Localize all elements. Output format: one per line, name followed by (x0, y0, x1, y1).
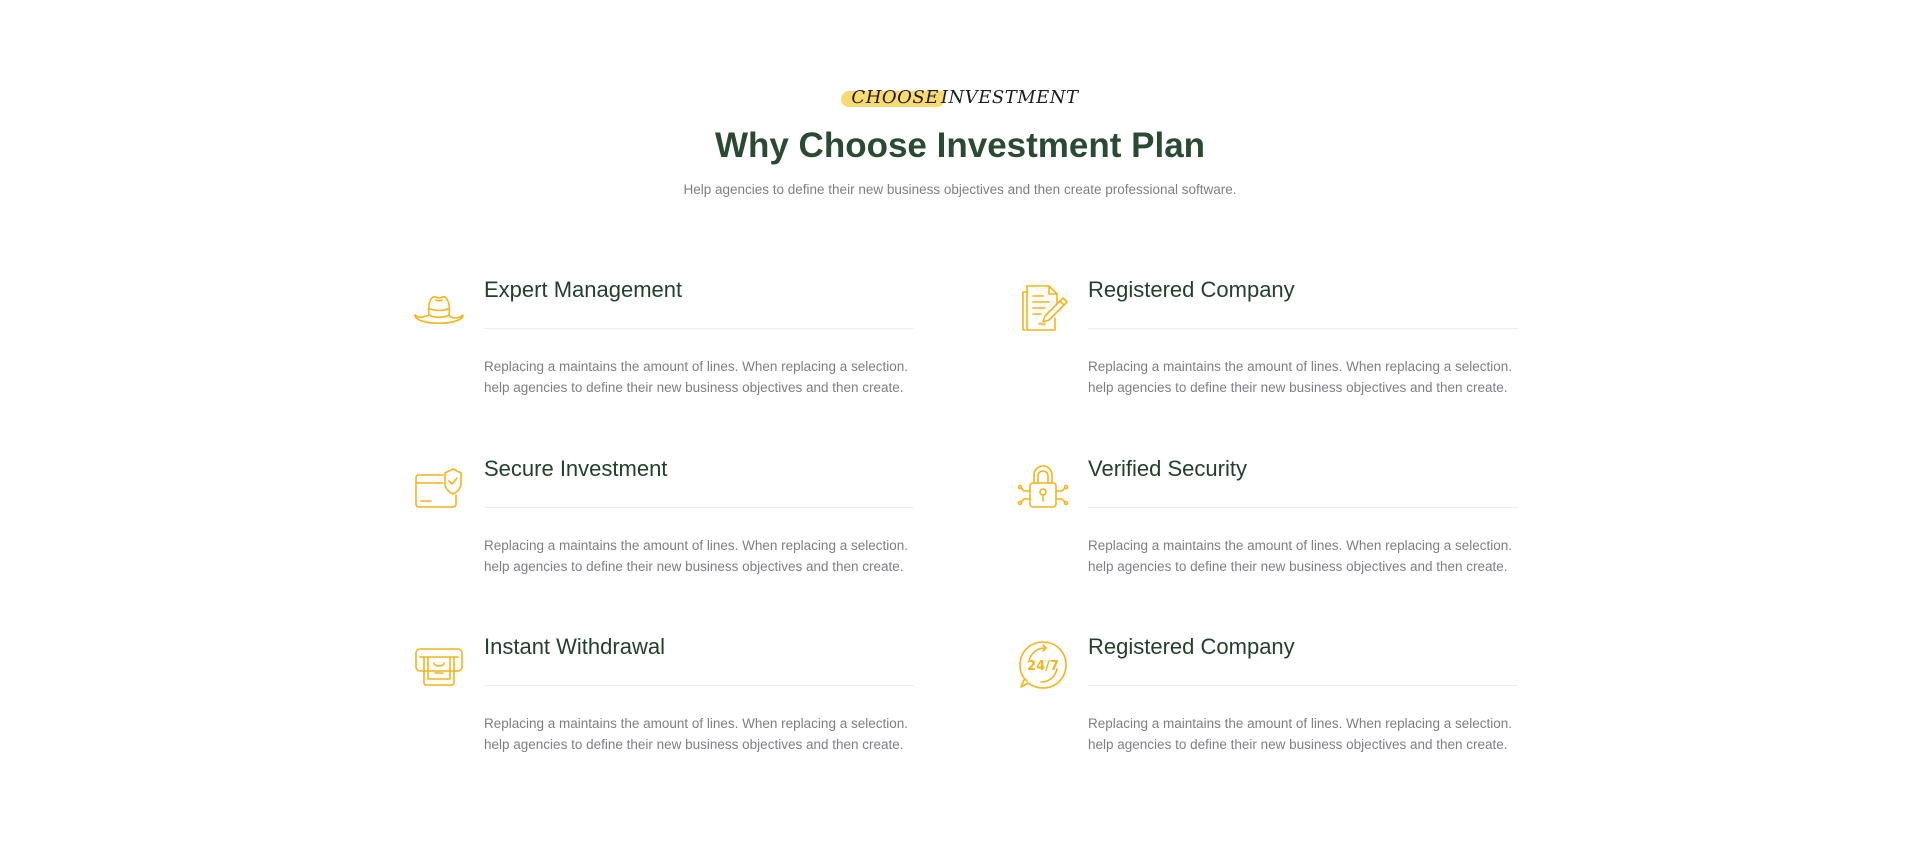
feature-divider (484, 328, 914, 329)
document-edit-icon (1017, 282, 1069, 334)
eyebrow-highlight: CHOOSE (841, 86, 940, 110)
secure-card-icon (413, 461, 465, 513)
feature-divider (1088, 685, 1518, 686)
feature-description: Replacing a maintains the amount of line… (484, 359, 908, 395)
feature-title: Secure Investment (484, 456, 668, 481)
feature-description: Replacing a maintains the amount of line… (1088, 359, 1512, 395)
feature-title: Instant Withdrawal (484, 634, 665, 659)
why-choose-section: CHOOSE INVESTMENT Why Choose Investment P… (0, 0, 1920, 853)
section-title: Why Choose Investment Plan (714, 126, 1206, 165)
section-subtitle: Help agencies to define their new busine… (683, 182, 1237, 197)
feature-registered-company: Registered Company Replacing a maintains… (1017, 274, 1547, 424)
feature-title: Registered Company (1088, 277, 1295, 302)
feature-instant-withdrawal: Instant Withdrawal Replacing a maintains… (413, 631, 943, 781)
atm-withdrawal-icon (413, 639, 465, 691)
feature-description: Replacing a maintains the amount of line… (1088, 538, 1512, 574)
support-24-7-icon: 24/7 (1017, 639, 1069, 691)
padlock-icon (1017, 461, 1069, 513)
section-eyebrow: CHOOSE INVESTMENT (0, 86, 1920, 110)
feature-title: Registered Company (1088, 634, 1295, 659)
feature-divider (1088, 507, 1518, 508)
feature-expert-management: Expert Management Replacing a maintains … (413, 274, 943, 424)
feature-verified-security: Verified Security Replacing a maintains … (1017, 453, 1547, 603)
feature-divider (1088, 328, 1518, 329)
feature-secure-investment: Secure Investment Replacing a maintains … (413, 453, 943, 603)
feature-divider (484, 685, 914, 686)
feature-title: Expert Management (484, 277, 683, 302)
hat-icon (413, 282, 465, 334)
feature-registered-company-support: 24/7 Registered Company Replacing a main… (1017, 631, 1547, 781)
feature-title: Verified Security (1088, 456, 1247, 481)
eyebrow-rest: INVESTMENT (940, 87, 1079, 108)
feature-description: Replacing a maintains the amount of line… (1088, 716, 1512, 752)
feature-divider (484, 507, 914, 508)
feature-description: Replacing a maintains the amount of line… (484, 716, 908, 752)
feature-description: Replacing a maintains the amount of line… (484, 538, 908, 574)
svg-text:24/7: 24/7 (1027, 659, 1059, 674)
